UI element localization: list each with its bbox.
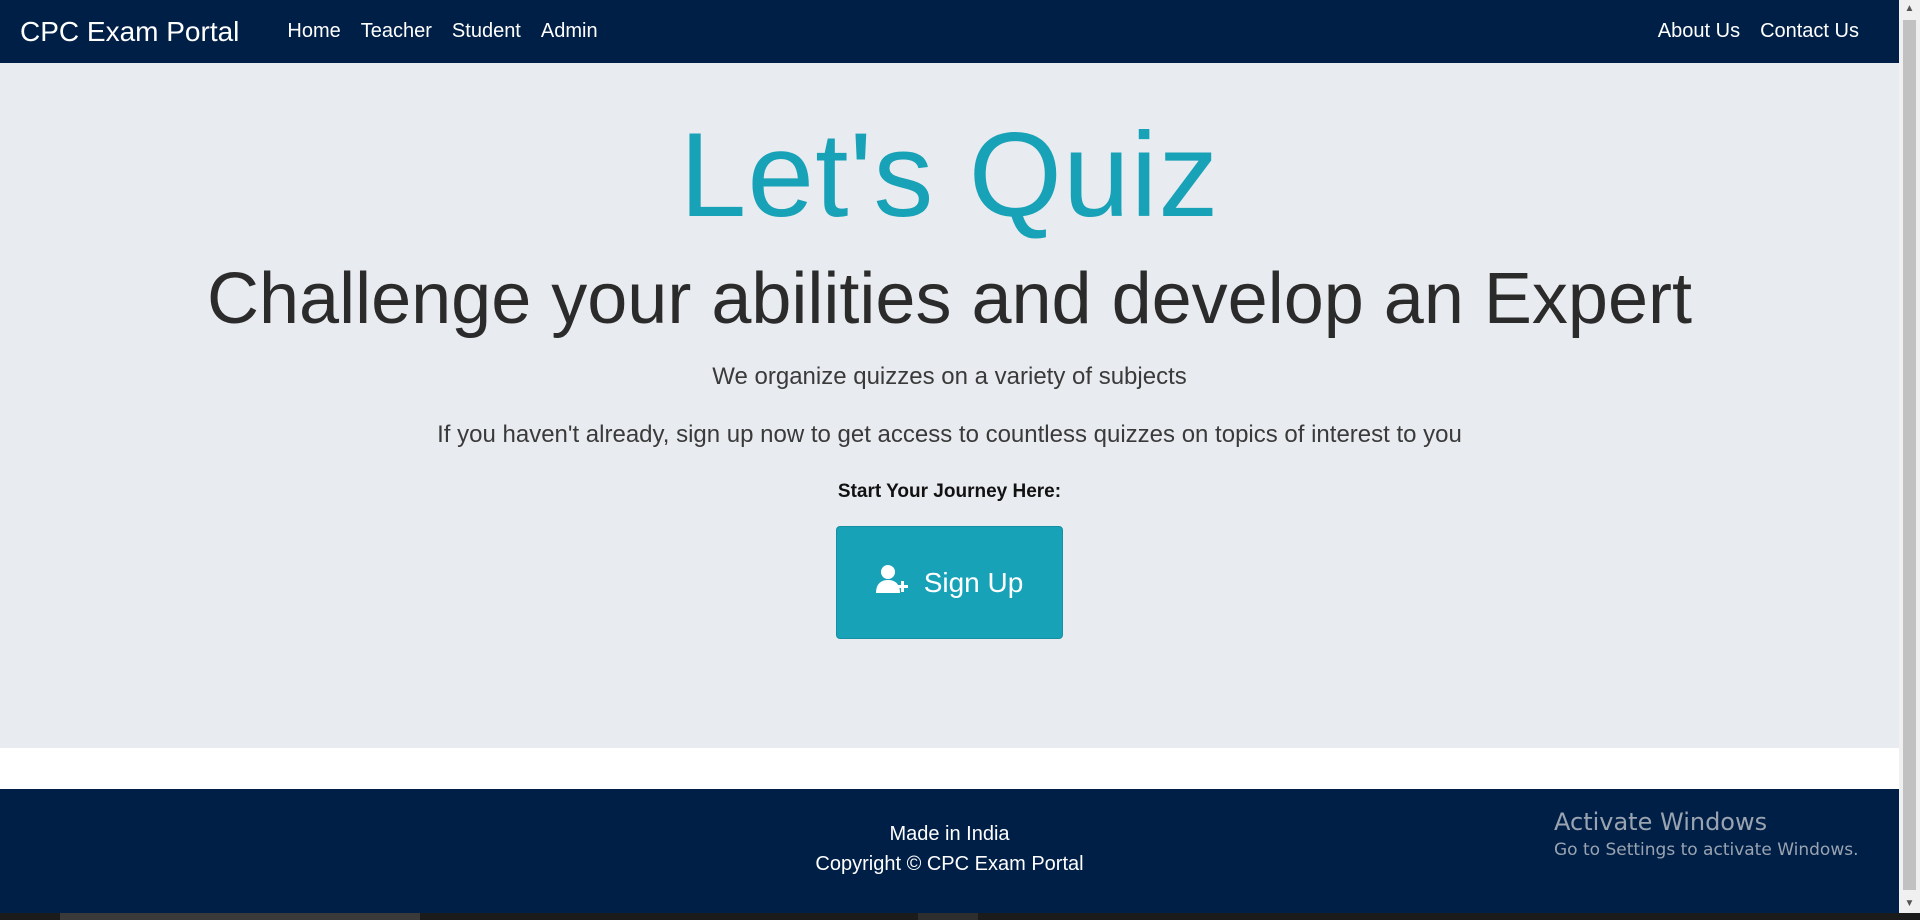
vertical-scrollbar[interactable]: ▲ ▼ bbox=[1899, 0, 1920, 913]
nav-teacher[interactable]: Teacher bbox=[351, 20, 442, 43]
hero-section: Let's Quiz Challenge your abilities and … bbox=[0, 63, 1899, 748]
nav-home[interactable]: Home bbox=[277, 20, 350, 43]
brand-link[interactable]: CPC Exam Portal bbox=[20, 16, 239, 48]
nav-admin[interactable]: Admin bbox=[531, 20, 608, 43]
hero-subtitle: Challenge your abilities and develop an … bbox=[207, 259, 1692, 339]
nav-student[interactable]: Student bbox=[442, 20, 531, 43]
hero-lead-2: If you haven't already, sign up now to g… bbox=[437, 421, 1462, 448]
journey-label: Start Your Journey Here: bbox=[837, 481, 1062, 502]
scroll-up-icon[interactable]: ▲ bbox=[1899, 0, 1920, 18]
hero-lead-1: We organize quizzes on a variety of subj… bbox=[712, 363, 1187, 390]
sign-up-label: Sign Up bbox=[923, 566, 1024, 598]
taskbar bbox=[0, 913, 1920, 920]
sign-up-button[interactable]: Sign Up bbox=[836, 526, 1063, 639]
scroll-down-icon[interactable]: ▼ bbox=[1899, 895, 1920, 913]
navbar: CPC Exam Portal Home Teacher Student Adm… bbox=[0, 0, 1899, 63]
activate-subtitle: Go to Settings to activate Windows. bbox=[1554, 840, 1859, 860]
nav-left: Home Teacher Student Admin bbox=[277, 20, 607, 43]
activate-windows-watermark: Activate Windows Go to Settings to activ… bbox=[1554, 808, 1859, 860]
nav-contact-us[interactable]: Contact Us bbox=[1750, 20, 1869, 43]
scroll-thumb[interactable] bbox=[1903, 20, 1916, 890]
page: CPC Exam Portal Home Teacher Student Adm… bbox=[0, 0, 1920, 920]
taskbar-item[interactable] bbox=[918, 913, 978, 920]
nav-right: About Us Contact Us bbox=[1648, 20, 1869, 43]
hero-title: Let's Quiz bbox=[679, 108, 1220, 242]
user-plus-icon bbox=[875, 564, 924, 601]
activate-title: Activate Windows bbox=[1554, 808, 1768, 836]
taskbar-item[interactable] bbox=[60, 913, 420, 920]
nav-about-us[interactable]: About Us bbox=[1648, 20, 1750, 43]
